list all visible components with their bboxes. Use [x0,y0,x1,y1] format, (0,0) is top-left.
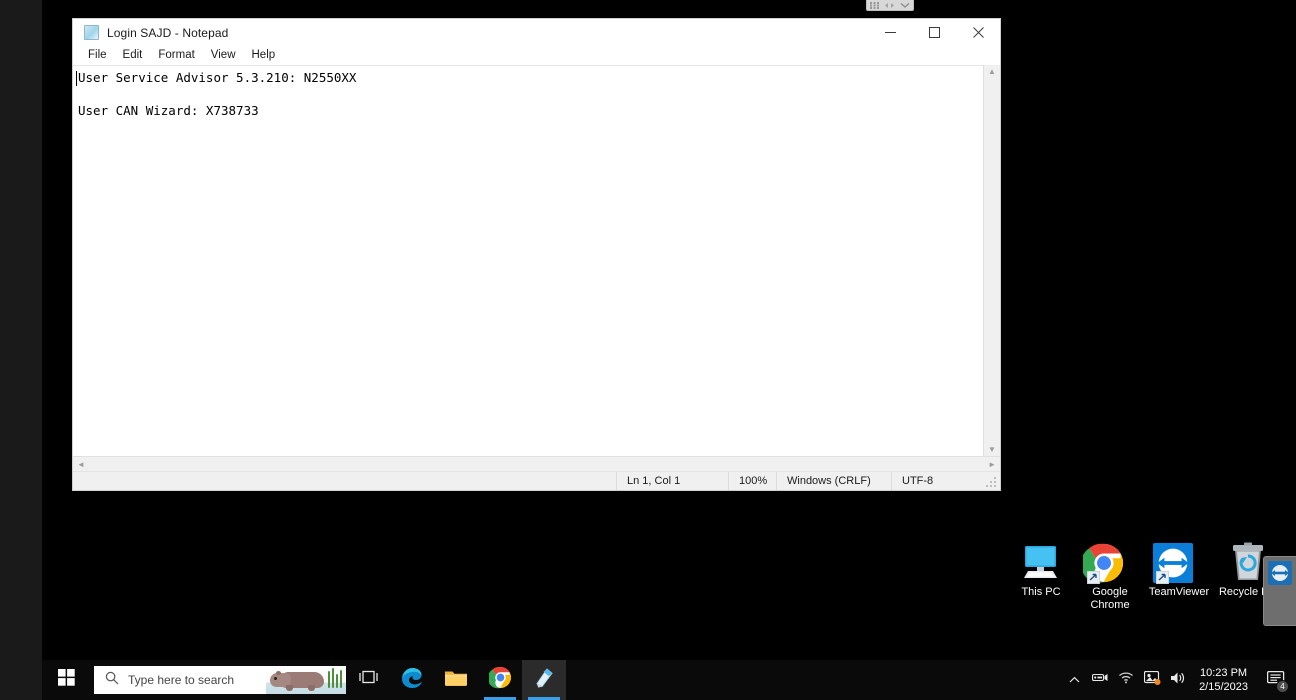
taskbar: Type here to search 10:23 PM 2/15/2023 4 [42,660,1296,700]
desktop-icon-label: TeamViewer [1148,586,1210,598]
horizontal-scrollbar[interactable]: ◄ ► [73,456,1000,471]
menu-edit[interactable]: Edit [115,47,151,64]
grid-icon[interactable] [870,0,879,14]
speaker-icon [1170,671,1186,690]
menu-file[interactable]: File [80,47,115,64]
action-center-button[interactable]: 4 [1260,660,1292,700]
notification-badge: 4 [1276,680,1289,693]
notepad-window[interactable]: Login SAJD - Notepad File Edit Format Vi… [72,18,1001,491]
system-tray: 10:23 PM 2/15/2023 4 [1061,660,1296,700]
menu-help[interactable]: Help [244,47,284,64]
teamviewer-side-panel[interactable] [1263,556,1296,626]
notepad-menubar: File Edit Format View Help [73,46,1000,65]
maximize-button[interactable] [912,19,956,46]
notepad-icon [84,25,99,40]
window-controls [868,19,1000,46]
wifi-icon [1118,671,1134,689]
chrome-icon [1073,540,1147,586]
display-settings-button[interactable] [1139,660,1165,700]
teamviewer-icon [1142,540,1216,586]
scroll-left-icon[interactable]: ◄ [77,460,85,469]
show-hidden-icons-button[interactable] [1061,660,1087,700]
chevron-down-icon[interactable] [900,0,910,14]
desktop-icon-label: This PC [1021,586,1061,598]
taskbar-button-microsoft-edge[interactable] [390,660,434,700]
taskbar-clock[interactable]: 10:23 PM 2/15/2023 [1191,666,1260,694]
remote-session-toolbar[interactable] [866,0,914,11]
document-line: User CAN Wizard: X738733 [78,103,259,118]
notepad-titlebar[interactable]: Login SAJD - Notepad [73,19,1000,46]
status-encoding: UTF-8 [891,472,986,490]
scroll-right-icon[interactable]: ► [988,460,996,469]
window-title: Login SAJD - Notepad [107,25,229,40]
this-pc-icon [1004,540,1078,586]
teamviewer-panel-icon [1268,561,1292,590]
minimize-button[interactable] [868,19,912,46]
edge-icon [400,666,424,695]
device-icon [1092,671,1108,689]
start-button[interactable] [42,660,90,700]
scroll-down-icon[interactable]: ▼ [988,445,996,454]
task-view-icon [358,669,378,691]
text-caret [76,71,77,86]
desktop-icon-label: Google Chrome [1090,586,1130,611]
chevron-up-icon [1069,671,1080,689]
status-zoom-level[interactable]: 100% [728,472,776,490]
desktop-icon-this-pc[interactable]: This PC [1004,540,1078,599]
search-box[interactable]: Type here to search [94,666,346,694]
search-icon [105,671,119,690]
notepad-editor-area: User Service Advisor 5.3.210: N2550XX Us… [73,65,1000,456]
folder-icon [444,668,468,693]
notepad-text-area[interactable]: User Service Advisor 5.3.210: N2550XX Us… [73,65,983,456]
hippo-illustration-icon [266,666,346,694]
document-line: User Service Advisor 5.3.210: N2550XX [78,70,357,85]
notepad-statusbar: Ln 1, Col 1 100% Windows (CRLF) UTF-8 [73,471,1000,490]
menu-format[interactable]: Format [150,47,202,64]
status-line-ending: Windows (CRLF) [776,472,891,490]
clock-date: 2/15/2023 [1199,681,1248,693]
status-cursor-position: Ln 1, Col 1 [616,472,728,490]
vertical-scrollbar[interactable]: ▲ ▼ [983,65,1000,456]
volume-button[interactable] [1165,660,1191,700]
menu-view[interactable]: View [203,47,244,64]
windows-logo-icon [57,669,75,691]
resize-grip-icon[interactable] [986,477,998,488]
desktop-icon-google-chrome[interactable]: Google Chrome [1073,540,1147,612]
scroll-up-icon[interactable]: ▲ [988,67,996,76]
remote-device-button[interactable] [1087,660,1113,700]
clock-time: 10:23 PM [1199,667,1248,679]
taskbar-button-file-explorer[interactable] [434,660,478,700]
notepad-icon [533,666,556,694]
network-button[interactable] [1113,660,1139,700]
display-icon [1143,670,1161,690]
statusbar-spacer [73,472,616,490]
resize-icon[interactable] [885,0,894,14]
close-button[interactable] [956,19,1000,46]
taskbar-button-notepad[interactable] [522,660,566,700]
desktop-icon-teamviewer[interactable]: TeamViewer [1142,540,1216,599]
chrome-icon [487,666,512,694]
taskbar-button-google-chrome[interactable] [478,660,522,700]
taskbar-button-task-view[interactable] [346,660,390,700]
